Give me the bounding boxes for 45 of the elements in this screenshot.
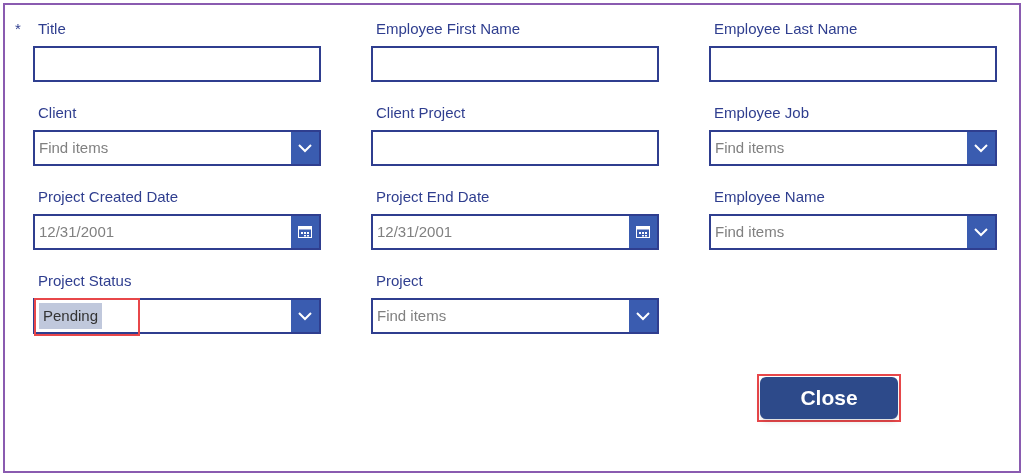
calendar-button[interactable]	[629, 216, 657, 248]
placeholder-text: Find items	[715, 137, 785, 158]
combo-box[interactable]: Pending	[33, 298, 321, 334]
dropdown-button[interactable]	[291, 132, 319, 164]
placeholder-text: Find items	[715, 221, 785, 242]
dropdown-button[interactable]	[967, 216, 995, 248]
calendar-icon	[636, 226, 650, 238]
field-label: Title	[38, 18, 66, 39]
chevron-down-icon	[973, 227, 989, 237]
field-label: Project Status	[38, 270, 132, 291]
placeholder-text: Find items	[377, 305, 447, 326]
chevron-down-icon	[635, 311, 651, 321]
date-picker[interactable]: 12/31/2001	[371, 214, 659, 250]
close-button[interactable]: Close	[760, 377, 898, 419]
text-field[interactable]	[371, 130, 659, 166]
calendar-icon	[298, 226, 312, 238]
combo-box[interactable]: Find items	[709, 130, 997, 166]
selected-item-chip[interactable]: Pending	[39, 302, 103, 330]
calendar-button[interactable]	[291, 216, 319, 248]
placeholder-text: Find items	[39, 137, 109, 158]
field-label: Employee Job	[714, 102, 810, 123]
field-label: Project End Date	[376, 186, 490, 207]
placeholder-text: 12/31/2001	[377, 221, 453, 242]
chevron-down-icon	[297, 143, 313, 153]
field-label: Employee Last Name	[714, 18, 858, 39]
combo-box[interactable]: Find items	[33, 130, 321, 166]
dropdown-button[interactable]	[291, 300, 319, 332]
dropdown-button[interactable]	[629, 300, 657, 332]
required-mark: *	[15, 18, 21, 39]
chevron-down-icon	[297, 311, 313, 321]
field-label: Client Project	[376, 102, 466, 123]
field-label: Client	[38, 102, 77, 123]
date-picker[interactable]: 12/31/2001	[33, 214, 321, 250]
text-field[interactable]	[371, 46, 659, 82]
field-label: Project	[376, 270, 423, 291]
field-label: Employee First Name	[376, 18, 521, 39]
combo-box[interactable]: Find items	[371, 298, 659, 334]
field-label: Project Created Date	[38, 186, 179, 207]
placeholder-text: 12/31/2001	[39, 221, 115, 242]
dropdown-button[interactable]	[967, 132, 995, 164]
combo-box[interactable]: Find items	[709, 214, 997, 250]
text-field[interactable]	[33, 46, 321, 82]
field-label: Employee Name	[714, 186, 825, 207]
chevron-down-icon	[973, 143, 989, 153]
text-field[interactable]	[709, 46, 997, 82]
